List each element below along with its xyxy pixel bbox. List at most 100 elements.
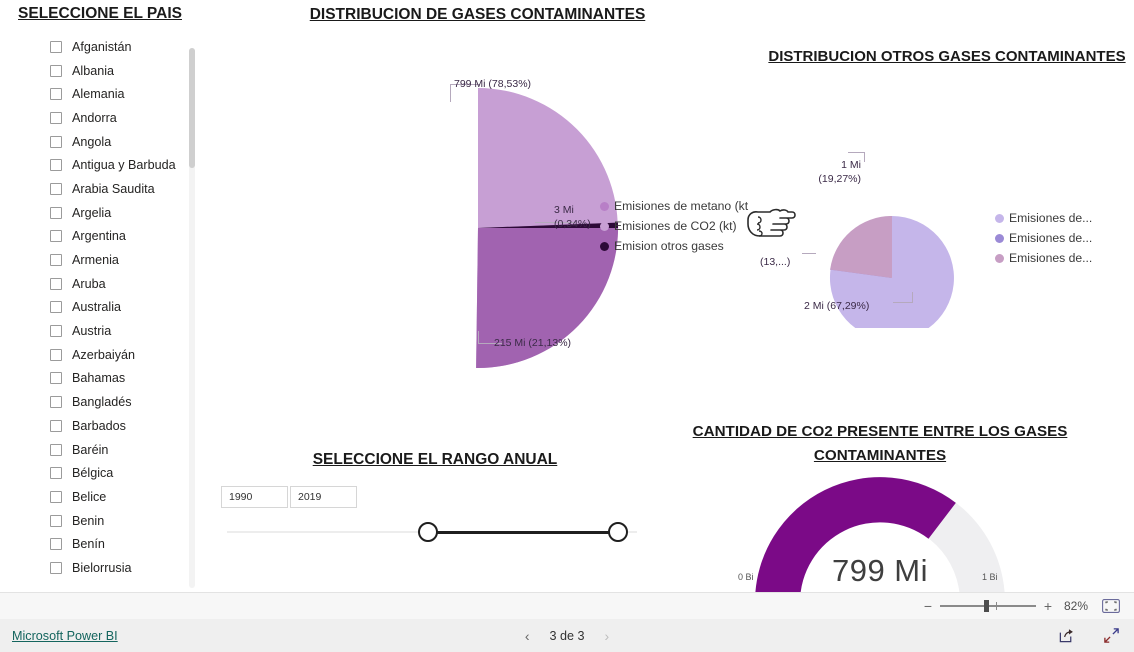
pie1-legend-item[interactable]: Emisiones de metano (kt	[600, 196, 748, 216]
year-slider-thumb-end[interactable]	[608, 522, 628, 542]
checkbox-unchecked-icon[interactable]	[50, 135, 62, 148]
country-list-item[interactable]: Argelia	[50, 201, 200, 225]
country-list-item[interactable]: Barbados	[50, 414, 200, 438]
year-slider-track-area[interactable]	[227, 518, 637, 548]
zoom-toolbar[interactable]: − + 82%	[0, 592, 1134, 619]
country-slicer-scrollbar[interactable]	[189, 48, 195, 588]
country-label: Angola	[72, 134, 112, 149]
country-label: Benin	[72, 513, 105, 528]
report-canvas: SELECCIONE EL PAIS Afganistán Albania Alem…	[0, 0, 1134, 592]
country-list-item[interactable]: Angola	[50, 130, 200, 154]
country-list-item[interactable]: Argentina	[50, 225, 200, 249]
zoom-out-button[interactable]: −	[920, 598, 936, 614]
footer-actions[interactable]	[1058, 627, 1120, 649]
checkbox-unchecked-icon[interactable]	[50, 111, 62, 124]
country-slicer-title: SELECCIONE EL PAIS	[18, 5, 182, 22]
checkbox-unchecked-icon[interactable]	[50, 40, 62, 53]
pie2-slice-2[interactable]	[830, 215, 892, 278]
country-list-item[interactable]: Austria	[50, 319, 200, 343]
pie1-legend-label: Emisiones de CO2 (kt)	[614, 219, 737, 233]
country-list[interactable]: Afganistán Albania Alemania Andorra Angola An…	[0, 35, 200, 580]
next-page-icon[interactable]: ›	[605, 628, 610, 644]
previous-page-icon[interactable]: ‹	[525, 628, 530, 644]
checkbox-unchecked-icon[interactable]	[50, 277, 62, 290]
country-label: Armenia	[72, 253, 119, 268]
zoom-in-button[interactable]: +	[1040, 598, 1056, 614]
checkbox-unchecked-icon[interactable]	[50, 301, 62, 314]
country-list-item[interactable]: Albania	[50, 59, 200, 83]
country-list-item[interactable]: Benín	[50, 532, 200, 556]
checkbox-unchecked-icon[interactable]	[50, 467, 62, 480]
checkbox-unchecked-icon[interactable]	[50, 254, 62, 267]
pie2-leader-topleft-vert	[864, 152, 865, 162]
checkbox-unchecked-icon[interactable]	[50, 561, 62, 574]
pie2-leader-bottom	[893, 302, 913, 303]
zoom-slider-thumb[interactable]	[984, 600, 989, 612]
year-slider-thumb-start[interactable]	[418, 522, 438, 542]
country-label: Antigua y Barbuda	[72, 158, 176, 173]
checkbox-unchecked-icon[interactable]	[50, 490, 62, 503]
pie2-legend[interactable]: Emisiones de... Emisiones de... Emisiones …	[995, 208, 1092, 268]
pie-chart-otros-gases[interactable]: DISTRIBUCION OTROS GASES CONTAMINANTES 1…	[760, 40, 1134, 330]
fit-to-page-icon[interactable]	[1102, 599, 1120, 613]
pie1-legend-item[interactable]: Emisiones de CO2 (kt)	[600, 216, 748, 236]
country-list-item[interactable]: Baréin	[50, 438, 200, 462]
checkbox-unchecked-icon[interactable]	[50, 159, 62, 172]
pie2-leader-bottom-vert	[912, 292, 913, 303]
checkbox-unchecked-icon[interactable]	[50, 348, 62, 361]
country-list-item[interactable]: Aruba	[50, 272, 200, 296]
country-list-item[interactable]: Armenia	[50, 248, 200, 272]
checkbox-unchecked-icon[interactable]	[50, 88, 62, 101]
gauge-co2[interactable]: CANTIDAD DE CO2 PRESENTE ENTRE LOS GASES…	[660, 420, 1100, 592]
year-range-slicer[interactable]: SELECCIONE EL RANGO ANUAL 1990 2019	[205, 448, 665, 558]
country-label: Afganistán	[72, 39, 132, 54]
pie1-leader-bottom-vert	[478, 331, 479, 344]
country-list-item[interactable]: Afganistán	[50, 35, 200, 59]
pie1-legend-item[interactable]: Emision otros gases	[600, 236, 748, 256]
country-list-item[interactable]: Benin	[50, 509, 200, 533]
country-slicer-scroll-thumb[interactable]	[189, 48, 195, 168]
pie2-legend-label: Emisiones de...	[1009, 231, 1093, 245]
checkbox-unchecked-icon[interactable]	[50, 514, 62, 527]
checkbox-unchecked-icon[interactable]	[50, 538, 62, 551]
checkbox-unchecked-icon[interactable]	[50, 64, 62, 77]
checkbox-unchecked-icon[interactable]	[50, 182, 62, 195]
checkbox-unchecked-icon[interactable]	[50, 443, 62, 456]
country-label: Bélgica	[72, 466, 114, 481]
pie2-legend-item[interactable]: Emisiones de...	[995, 208, 1092, 228]
start-year-input[interactable]: 1990	[221, 486, 288, 508]
year-slider-range	[427, 531, 617, 534]
country-slicer[interactable]: SELECCIONE EL PAIS Afganistán Albania Alem…	[0, 0, 200, 590]
country-list-item[interactable]: Arabia Saudita	[50, 177, 200, 201]
pie2-legend-item[interactable]: Emisiones de...	[995, 228, 1092, 248]
pie2-legend-item[interactable]: Emisiones de...	[995, 248, 1092, 268]
country-list-item[interactable]: Antigua y Barbuda	[50, 153, 200, 177]
end-year-input[interactable]: 2019	[290, 486, 357, 508]
country-list-item[interactable]: Belice	[50, 485, 200, 509]
checkbox-unchecked-icon[interactable]	[50, 419, 62, 432]
checkbox-unchecked-icon[interactable]	[50, 325, 62, 338]
country-list-item[interactable]: Bangladés	[50, 390, 200, 414]
checkbox-unchecked-icon[interactable]	[50, 372, 62, 385]
country-list-item[interactable]: Andorra	[50, 106, 200, 130]
checkbox-unchecked-icon[interactable]	[50, 396, 62, 409]
country-list-item[interactable]: Bielorrusia	[50, 556, 200, 580]
country-list-item[interactable]: Azerbaiyán	[50, 343, 200, 367]
country-list-item[interactable]: Bélgica	[50, 461, 200, 485]
zoom-percent-label: 82%	[1063, 599, 1089, 613]
country-list-item[interactable]: Bahamas	[50, 367, 200, 391]
year-inputs[interactable]: 1990 2019	[221, 486, 357, 508]
pie1-legend-label: Emisiones de metano (kt	[614, 199, 749, 213]
country-label: Barbados	[72, 418, 126, 433]
pie-chart-gases-contaminantes[interactable]: DISTRIBUCION DE GASES CONTAMINANTES 799 …	[205, 0, 750, 400]
country-list-item[interactable]: Australia	[50, 296, 200, 320]
gauge-value: 799 Mi	[831, 553, 929, 588]
fullscreen-icon[interactable]	[1103, 627, 1120, 649]
pie1-legend[interactable]: Emisiones de metano (kt Emisiones de CO2 …	[600, 196, 748, 256]
checkbox-unchecked-icon[interactable]	[50, 230, 62, 243]
page-navigator[interactable]: ‹ 3 de 3 ›	[0, 619, 1134, 652]
country-list-item[interactable]: Alemania	[50, 82, 200, 106]
share-icon[interactable]	[1058, 627, 1075, 649]
checkbox-unchecked-icon[interactable]	[50, 206, 62, 219]
zoom-slider[interactable]	[940, 599, 1036, 613]
